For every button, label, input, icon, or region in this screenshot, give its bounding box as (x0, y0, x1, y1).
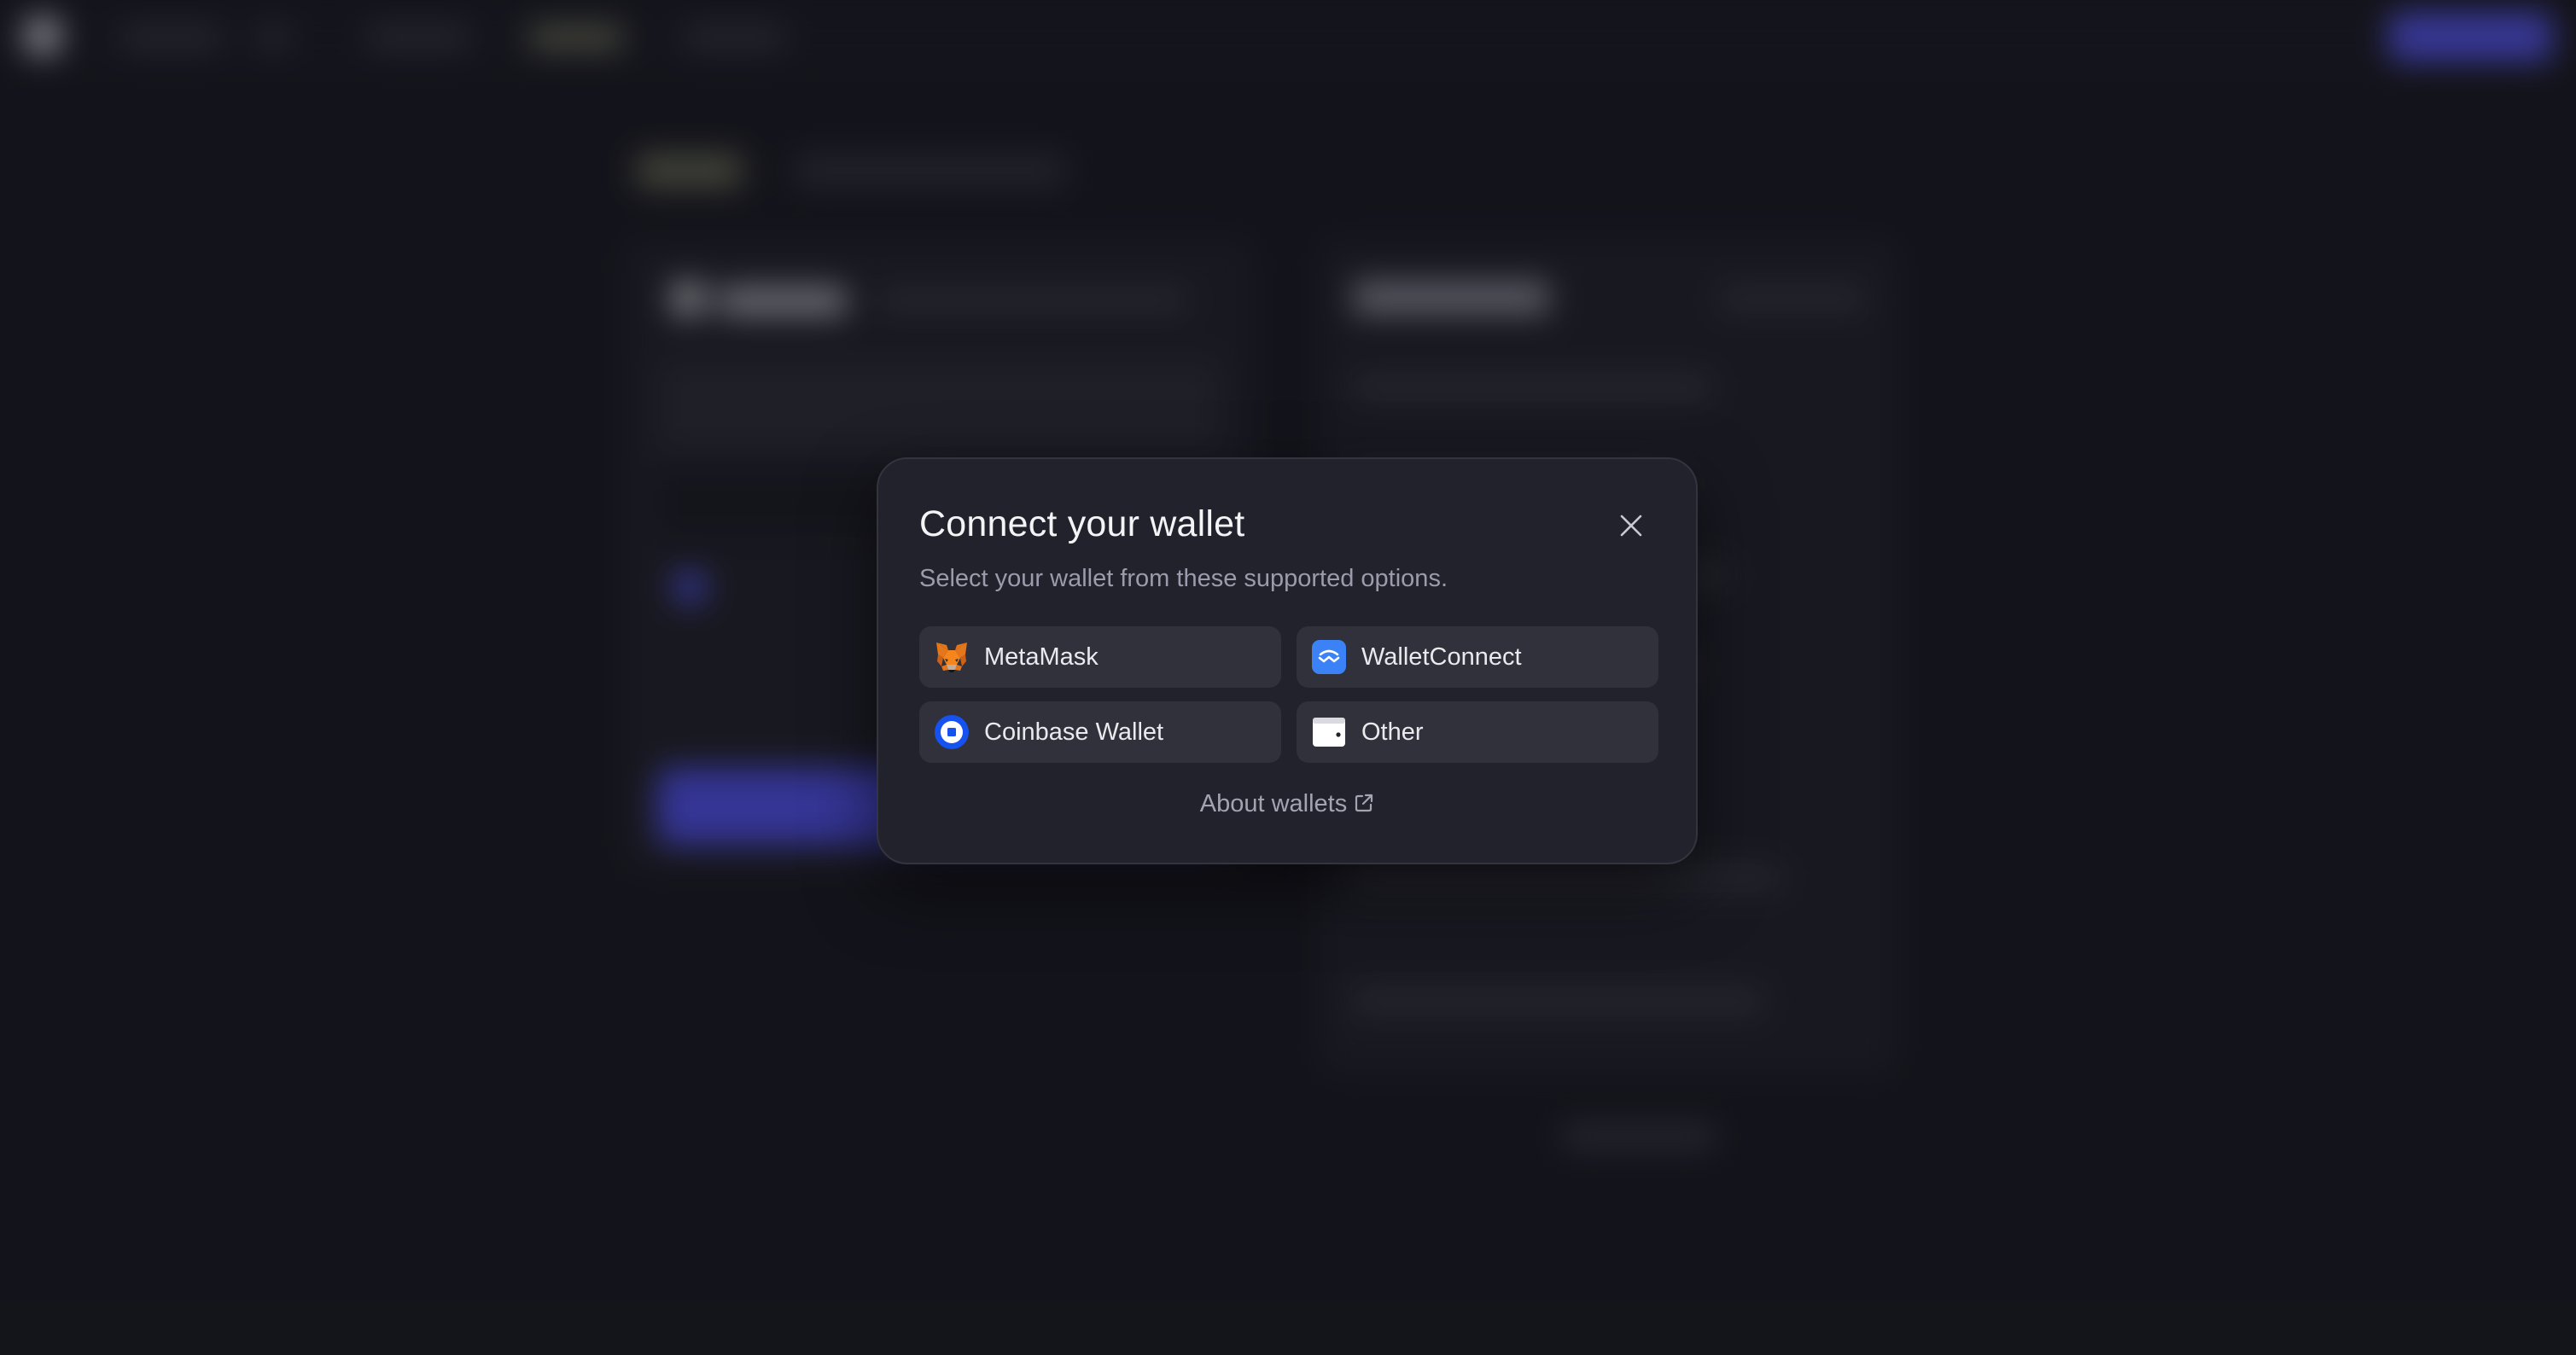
wallet-option-label: MetaMask (984, 643, 1099, 671)
about-wallets-link[interactable]: About wallets (878, 790, 1696, 820)
wallet-option-coinbase[interactable]: Coinbase Wallet (919, 701, 1281, 763)
modal-subtitle: Select your wallet from these supported … (919, 565, 1448, 592)
wallet-icon (1312, 715, 1346, 749)
about-wallets-label: About wallets (1199, 790, 1348, 817)
external-link-icon (1354, 792, 1374, 820)
close-icon (1620, 515, 1642, 537)
close-button[interactable] (1610, 504, 1652, 547)
wallet-option-walletconnect[interactable]: WalletConnect (1297, 626, 1658, 688)
connect-wallet-modal: Connect your wallet Select your wallet f… (877, 457, 1698, 864)
modal-title: Connect your wallet (919, 503, 1245, 544)
wallet-option-metamask[interactable]: MetaMask (919, 626, 1281, 688)
wallet-option-label: WalletConnect (1361, 643, 1522, 671)
wallet-option-label: Coinbase Wallet (984, 718, 1164, 746)
walletconnect-icon (1312, 640, 1346, 674)
wallet-option-label: Other (1361, 718, 1424, 746)
wallet-options: MetaMask WalletConnect Coinbase Wallet O… (919, 626, 1658, 763)
wallet-option-other[interactable]: Other (1297, 701, 1658, 763)
metamask-fox-icon (935, 640, 969, 674)
coinbase-wallet-icon (935, 715, 969, 749)
